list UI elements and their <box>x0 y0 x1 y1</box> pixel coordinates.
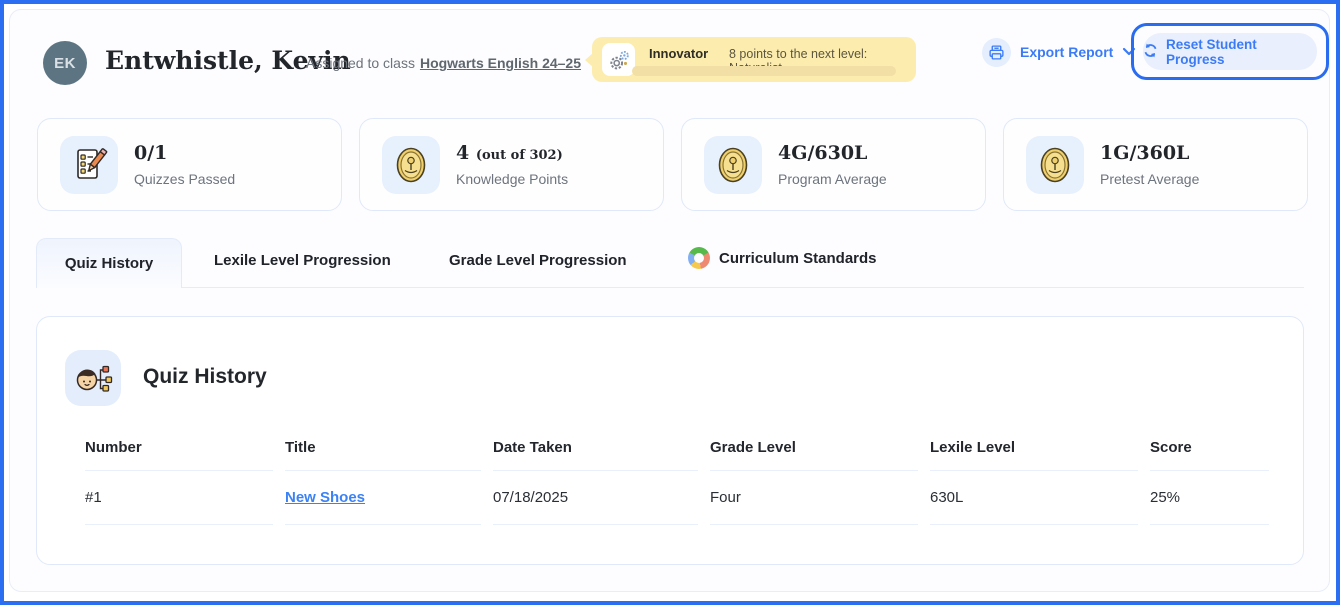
export-report-label: Export Report <box>1020 44 1113 60</box>
coin-icon <box>1026 136 1084 194</box>
stat-card-quizzes-passed: 0/1 Quizzes Passed <box>37 118 342 211</box>
column-header-date-taken: Date Taken <box>493 423 698 471</box>
tab-quiz-history[interactable]: Quiz History <box>36 238 182 288</box>
stat-value: 0/1 <box>134 142 167 164</box>
table-row: #1 New Shoes 07/18/2025 Four 630L 25% <box>85 471 1269 525</box>
student-mindmap-icon <box>65 350 121 406</box>
assigned-class-prefix: Assigned to class <box>306 55 415 71</box>
reset-student-progress-button[interactable]: Reset Student Progress <box>1131 23 1329 80</box>
tabbar-divider <box>182 287 1304 288</box>
printer-icon <box>982 38 1011 67</box>
quiz-title-cell: New Shoes <box>285 471 481 525</box>
reset-student-progress-pill[interactable]: Reset Student Progress <box>1143 33 1317 70</box>
lexile-level-cell: 630L <box>930 471 1138 525</box>
quiz-history-table: Number Title Date Taken Grade Level Lexi… <box>73 423 1281 525</box>
tab-grade-level-progression[interactable]: Grade Level Progression <box>449 252 627 269</box>
grade-level-cell: Four <box>710 471 918 525</box>
column-header-lexile-level: Lexile Level <box>930 423 1138 471</box>
export-report-button[interactable]: Export Report <box>982 37 1136 67</box>
tab-lexile-level-progression[interactable]: Lexile Level Progression <box>214 252 391 269</box>
avatar: EK <box>43 41 87 85</box>
pie-chart-icon <box>688 247 710 269</box>
tab-curriculum-standards[interactable]: Curriculum Standards <box>688 247 877 269</box>
stat-value: 1G/360L <box>1100 142 1189 164</box>
tab-curriculum-standards-label: Curriculum Standards <box>719 250 877 267</box>
quiz-title-link[interactable]: New Shoes <box>285 489 365 506</box>
level-progress-bar <box>632 66 896 76</box>
stat-card-pretest-average: 1G/360L Pretest Average <box>1003 118 1308 211</box>
column-header-number: Number <box>85 423 273 471</box>
level-name: Innovator <box>649 46 708 61</box>
refresh-icon <box>1143 43 1158 61</box>
date-taken-cell: 07/18/2025 <box>493 471 698 525</box>
stat-label: Quizzes Passed <box>134 171 235 187</box>
assigned-class: Assigned to class Hogwarts English 24–25 <box>306 55 581 71</box>
quiz-checklist-icon <box>60 136 118 194</box>
coin-icon <box>382 136 440 194</box>
stat-value-suffix: (out of 302) <box>476 148 563 163</box>
stat-label: Program Average <box>778 171 887 187</box>
coin-icon <box>704 136 762 194</box>
column-header-title: Title <box>285 423 481 471</box>
stat-card-knowledge-points: 4 (out of 302) Knowledge Points <box>359 118 664 211</box>
gears-icon <box>602 43 635 76</box>
score-cell: 25% <box>1150 471 1269 525</box>
reset-student-progress-label: Reset Student Progress <box>1166 37 1317 67</box>
stat-label: Pretest Average <box>1100 171 1199 187</box>
stat-value: 4 (out of 302) <box>456 142 563 164</box>
stat-card-program-average: 4G/630L Program Average <box>681 118 986 211</box>
class-link[interactable]: Hogwarts English 24–25 <box>420 55 581 71</box>
section-title: Quiz History <box>143 365 267 389</box>
quiz-number-cell: #1 <box>85 471 273 525</box>
stat-label: Knowledge Points <box>456 171 568 187</box>
quiz-history-panel: Quiz History Number Title Date Taken Gra… <box>36 316 1304 565</box>
column-header-grade-level: Grade Level <box>710 423 918 471</box>
table-header-row: Number Title Date Taken Grade Level Lexi… <box>85 423 1269 471</box>
stat-value: 4G/630L <box>778 142 867 164</box>
level-badge: Innovator 8 points to the next level: Na… <box>592 37 916 82</box>
column-header-score: Score <box>1150 423 1269 471</box>
